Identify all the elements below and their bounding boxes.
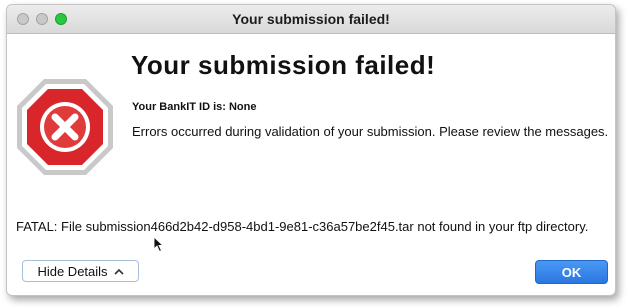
bankit-id-text: Your BankIT ID is: None <box>132 101 257 113</box>
hide-details-label: Hide Details <box>37 263 108 279</box>
fatal-error-text: FATAL: File submission466d2b42-d958-4bd1… <box>16 219 589 234</box>
chevron-up-icon <box>113 268 124 275</box>
error-message-text: Errors occurred during validation of you… <box>132 124 609 139</box>
mouse-pointer-icon <box>153 236 164 253</box>
hide-details-button[interactable]: Hide Details <box>22 260 139 282</box>
error-dialog-window: Your submission failed! Your submission … <box>6 4 616 296</box>
title-bar: Your submission failed! <box>7 5 615 34</box>
window-title: Your submission failed! <box>232 11 390 27</box>
dialog-heading: Your submission failed! <box>131 50 436 80</box>
stop-sign-x-icon <box>17 79 113 175</box>
ok-button[interactable]: OK <box>535 260 608 284</box>
